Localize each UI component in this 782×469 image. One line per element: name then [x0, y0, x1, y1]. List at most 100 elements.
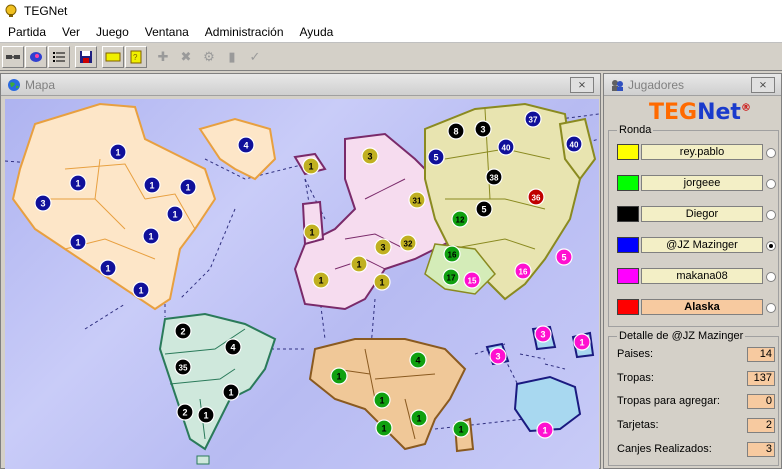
- army-marker[interactable]: 36: [527, 188, 545, 206]
- attack-icon[interactable]: ✖: [175, 45, 197, 68]
- army-marker[interactable]: 3: [474, 120, 492, 138]
- army-marker[interactable]: 1: [373, 273, 391, 291]
- army-marker[interactable]: 1: [350, 255, 368, 273]
- player-radio[interactable]: [766, 241, 776, 251]
- army-marker[interactable]: 40: [565, 135, 583, 153]
- army-marker[interactable]: 3: [534, 325, 552, 343]
- map-close-button[interactable]: ⨯: [570, 77, 594, 93]
- army-marker[interactable]: 1: [573, 333, 591, 351]
- army-marker[interactable]: 1: [222, 383, 240, 401]
- detail-group: Detalle de @JZ Mazinger Paises: 14 Tropas…: [608, 330, 779, 466]
- army-marker[interactable]: 2: [176, 403, 194, 421]
- army-count: 31: [413, 197, 422, 206]
- army-marker[interactable]: 4: [224, 338, 242, 356]
- player-radio[interactable]: [766, 179, 776, 189]
- army-marker[interactable]: 12: [451, 210, 469, 228]
- army-count: 4: [415, 356, 420, 366]
- army-marker[interactable]: 1: [166, 205, 184, 223]
- player-row[interactable]: rey.pablo: [617, 144, 763, 162]
- player-row[interactable]: Diegor: [617, 206, 763, 224]
- menu-ayuda[interactable]: Ayuda: [292, 25, 342, 39]
- player-radio[interactable]: [766, 148, 776, 158]
- army-marker[interactable]: 16: [514, 262, 532, 280]
- army-marker[interactable]: 8: [447, 122, 465, 140]
- army-marker[interactable]: 1: [132, 281, 150, 299]
- army-marker[interactable]: 40: [497, 138, 515, 156]
- player-name: jorgeee: [641, 175, 763, 191]
- player-radio[interactable]: [766, 272, 776, 282]
- army-marker[interactable]: 2: [174, 322, 192, 340]
- army-count: 15: [468, 277, 477, 286]
- army-marker[interactable]: 17: [442, 268, 460, 286]
- players-icon: [612, 79, 623, 91]
- army-marker[interactable]: 1: [143, 176, 161, 194]
- menu-ventana[interactable]: Ventana: [137, 25, 197, 39]
- world-map-svg[interactable]: 14131 111111243512 1133113 3211 18 337540 4038…: [5, 99, 599, 469]
- menu-juego[interactable]: Juego: [88, 25, 137, 39]
- army-marker[interactable]: 37: [524, 110, 542, 128]
- save-icon[interactable]: [75, 45, 97, 68]
- army-count: 4: [230, 343, 235, 353]
- objective-icon[interactable]: ?: [125, 45, 147, 68]
- army-marker[interactable]: 5: [555, 248, 573, 266]
- player-radio[interactable]: [766, 303, 776, 313]
- army-marker[interactable]: 16: [443, 245, 461, 263]
- army-marker[interactable]: 1: [452, 420, 470, 438]
- detail-value: 0: [747, 394, 775, 409]
- army-marker[interactable]: 32: [399, 234, 417, 252]
- army-count: 3: [380, 243, 385, 253]
- army-marker[interactable]: 1: [312, 271, 330, 289]
- player-radio[interactable]: [766, 210, 776, 220]
- army-count: 1: [336, 372, 341, 382]
- army-marker[interactable]: 3: [489, 347, 507, 365]
- players-close-button[interactable]: ⨯: [751, 77, 775, 93]
- detail-label: Tropas para agregar:: [617, 395, 720, 407]
- army-marker[interactable]: 15: [463, 271, 481, 289]
- add-armies-icon[interactable]: ✚: [152, 45, 174, 68]
- army-marker[interactable]: 1: [69, 174, 87, 192]
- army-marker[interactable]: 3: [361, 147, 379, 165]
- army-count: 1: [172, 210, 177, 220]
- player-row[interactable]: makana08: [617, 268, 763, 286]
- army-marker[interactable]: 5: [427, 148, 445, 166]
- cards-icon[interactable]: [102, 45, 124, 68]
- army-marker[interactable]: 1: [197, 406, 215, 424]
- army-marker[interactable]: 1: [373, 391, 391, 409]
- menu-ver[interactable]: Ver: [54, 25, 88, 39]
- map-window: Mapa ⨯ 1 4 1 3 1 1 1 1 1 1 1 2 4 35 1 2 …: [0, 73, 601, 469]
- army-marker[interactable]: 35: [174, 358, 192, 376]
- army-marker[interactable]: 3: [374, 238, 392, 256]
- list-icon[interactable]: [48, 45, 70, 68]
- army-marker[interactable]: 1: [109, 143, 127, 161]
- players-window: Jugadores ⨯ TEGNet® Ronda rey.pablo jorge…: [603, 73, 782, 469]
- menu-administracion[interactable]: Administración: [197, 25, 292, 39]
- army-marker[interactable]: 3: [34, 194, 52, 212]
- regroup-icon[interactable]: ⚙: [198, 45, 220, 68]
- army-marker[interactable]: 1: [410, 409, 428, 427]
- army-marker[interactable]: 31: [408, 191, 426, 209]
- army-marker[interactable]: 1: [375, 419, 393, 437]
- toolbar: ? ✚ ✖ ⚙ ▮ ✓: [0, 43, 782, 71]
- player-row[interactable]: Alaska: [617, 299, 763, 317]
- army-marker[interactable]: 1: [303, 223, 321, 241]
- menu-partida[interactable]: Partida: [0, 25, 54, 39]
- world-map[interactable]: 1 4 1 3 1 1 1 1 1 1 1 2 4 35 1 2 1 1 3 31 1 3 32 1 1 1 8 3 37 5 40 40 38…: [5, 99, 599, 469]
- army-marker[interactable]: 38: [485, 168, 503, 186]
- army-count: 1: [308, 162, 313, 172]
- get-card-icon[interactable]: ▮: [221, 45, 243, 68]
- player-row[interactable]: jorgeee: [617, 175, 763, 193]
- army-marker[interactable]: 1: [69, 233, 87, 251]
- army-marker[interactable]: 1: [330, 367, 348, 385]
- player-row[interactable]: @JZ Mazinger: [617, 237, 763, 255]
- army-marker[interactable]: 4: [409, 351, 427, 369]
- army-marker[interactable]: 5: [475, 200, 493, 218]
- army-marker[interactable]: 1: [142, 227, 160, 245]
- army-marker[interactable]: 1: [99, 259, 117, 277]
- start-game-icon[interactable]: [25, 45, 47, 68]
- army-marker[interactable]: 1: [179, 178, 197, 196]
- army-marker[interactable]: 1: [302, 157, 320, 175]
- end-turn-icon[interactable]: ✓: [244, 45, 266, 68]
- army-marker[interactable]: 4: [237, 136, 255, 154]
- army-marker[interactable]: 1: [536, 421, 554, 439]
- connect-icon[interactable]: [2, 45, 24, 68]
